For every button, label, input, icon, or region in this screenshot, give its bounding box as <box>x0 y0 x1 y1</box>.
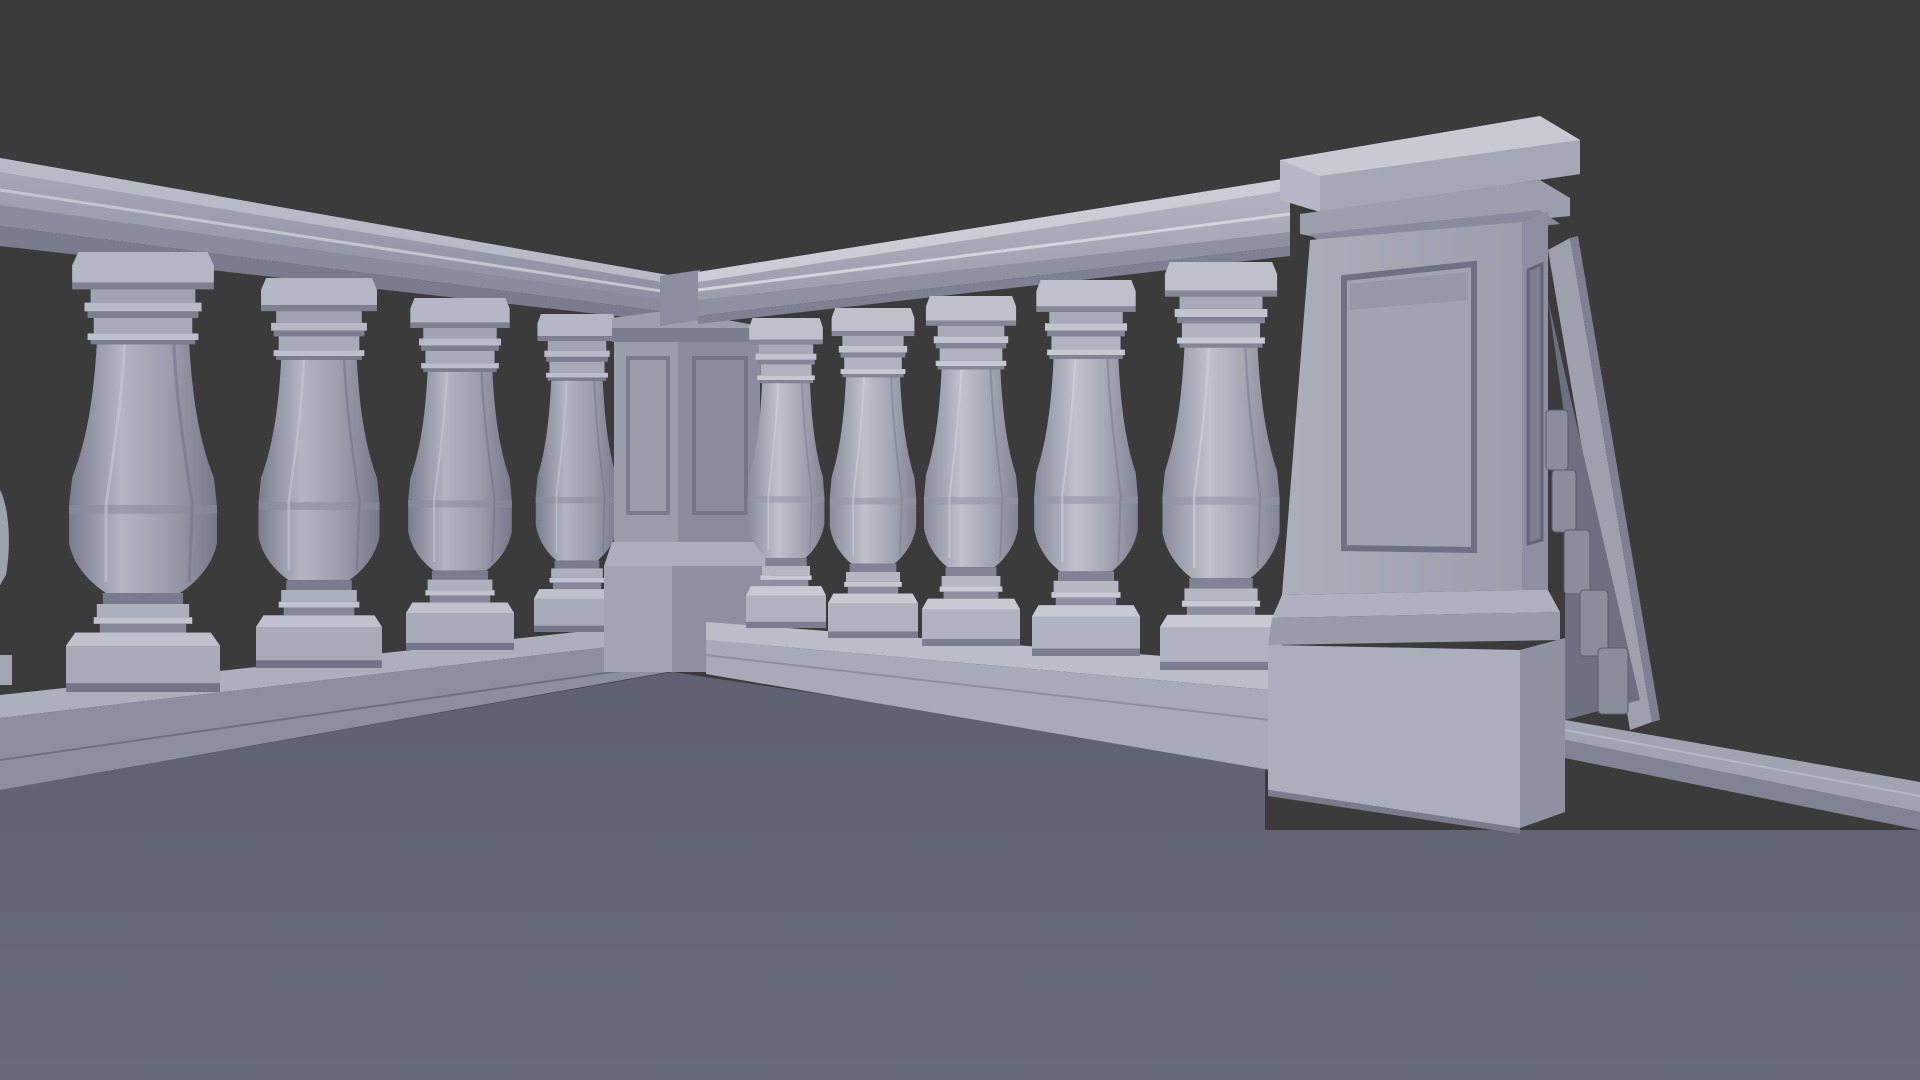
balustrade-render <box>0 0 1920 1080</box>
corner-pier <box>604 270 770 672</box>
front-pier <box>1268 116 1580 834</box>
right-balustrade <box>697 178 1291 770</box>
render-viewport[interactable] <box>0 0 1920 1080</box>
